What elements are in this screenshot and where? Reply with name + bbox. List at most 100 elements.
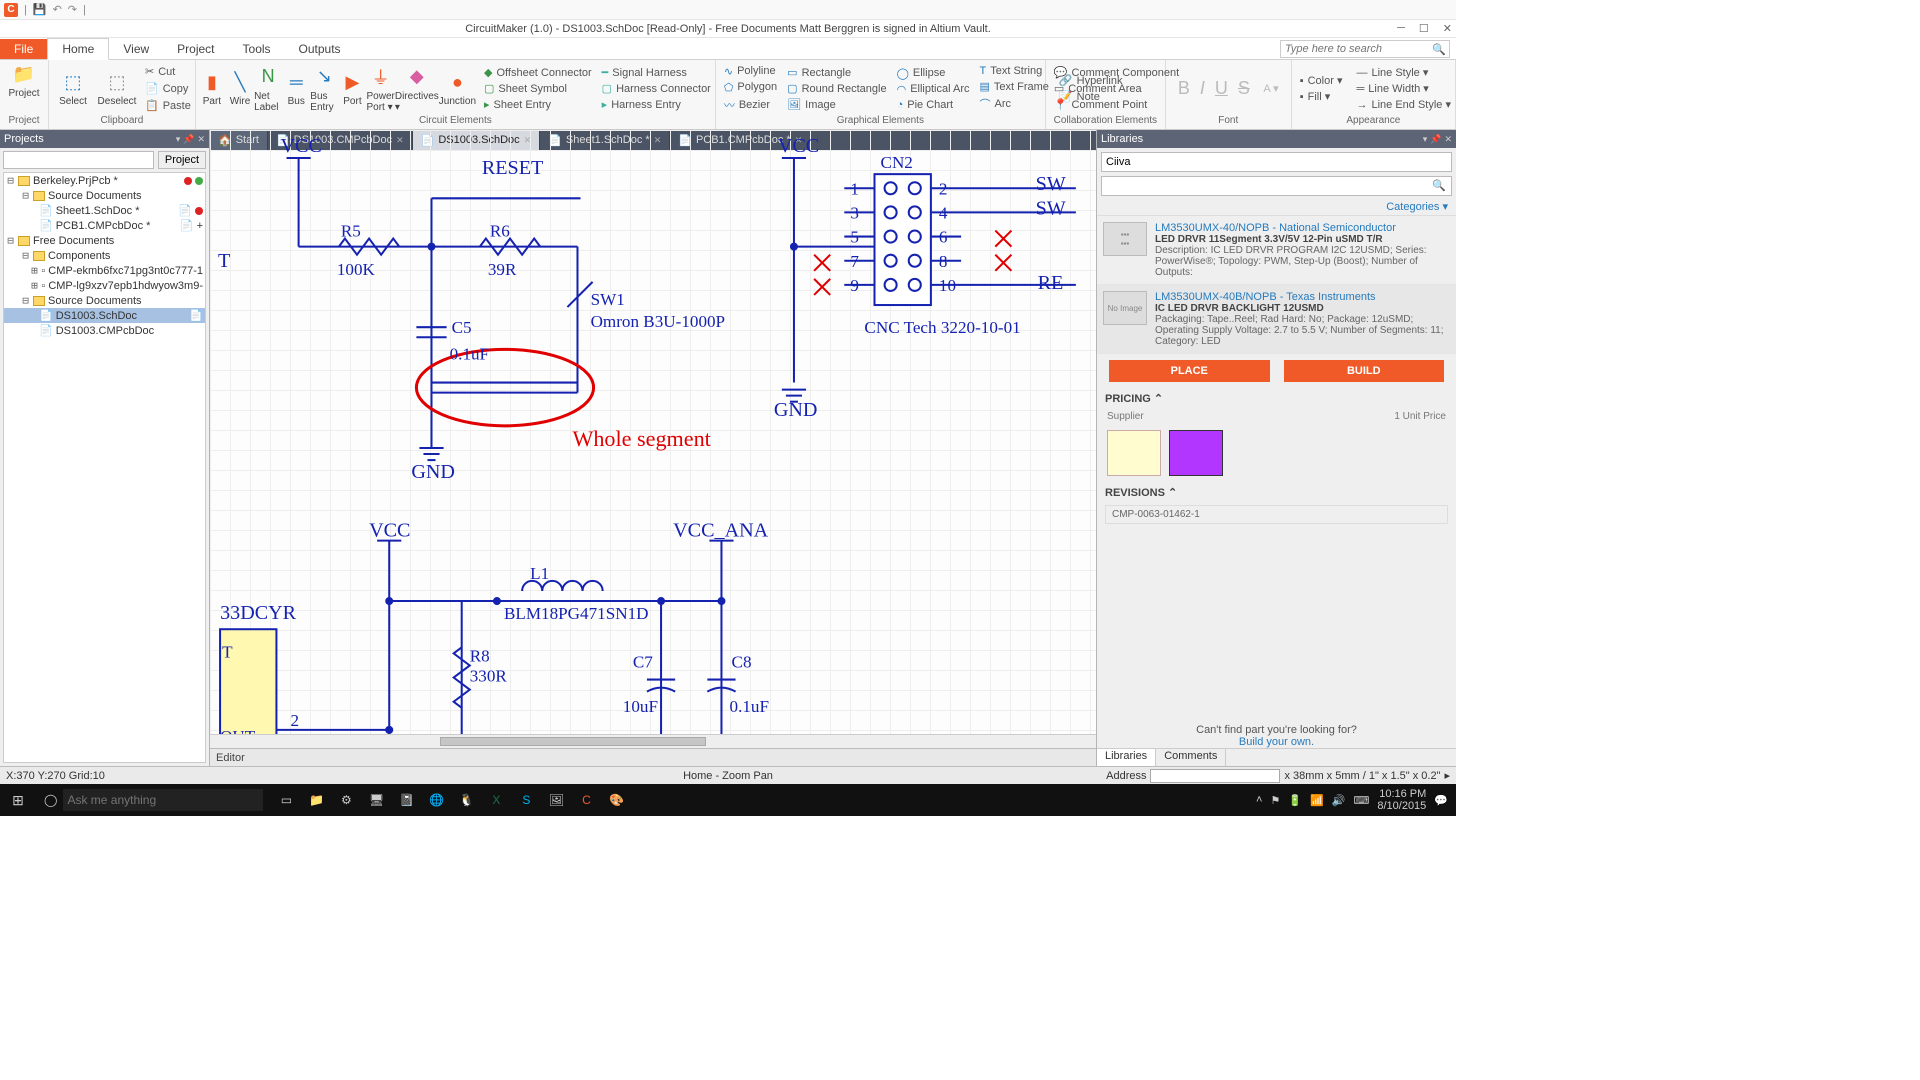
project-tree[interactable]: ⊟Berkeley.PrjPcb * ⊟Source Documents 📄Sh… bbox=[3, 172, 206, 763]
powerport-button[interactable]: ⏚Power Port ▾ bbox=[367, 62, 395, 115]
harnessentry-button[interactable]: ▸Harness Entry bbox=[600, 97, 713, 112]
tab-project[interactable]: Project bbox=[163, 39, 228, 59]
maximize-icon[interactable]: ☐ bbox=[1419, 22, 1429, 35]
tab-home[interactable]: Home bbox=[47, 38, 109, 60]
minimize-icon[interactable]: ─ bbox=[1397, 22, 1405, 35]
rectangle-button[interactable]: ▭Rectangle bbox=[785, 65, 888, 80]
paste-button[interactable]: 📋 Paste bbox=[143, 98, 193, 113]
search-input[interactable] bbox=[1280, 40, 1450, 58]
part-item[interactable]: ▪▪▪▪▪▪ LM3530UMX-40/NOPB - National Semi… bbox=[1097, 216, 1456, 285]
linestyle-button[interactable]: — Line Style ▾ bbox=[1354, 65, 1453, 80]
project-button[interactable]: Project bbox=[158, 151, 206, 169]
project-filter-input[interactable] bbox=[3, 151, 154, 169]
offsheet-button[interactable]: ◆Offsheet Connector bbox=[482, 65, 594, 80]
rrect-button[interactable]: ▢Round Rectangle bbox=[785, 81, 888, 96]
project-button[interactable]: 📁Project bbox=[2, 62, 46, 99]
volume-icon[interactable]: 🔊 bbox=[1332, 794, 1346, 807]
libtab-libraries[interactable]: Libraries bbox=[1097, 749, 1156, 766]
tab-tools[interactable]: Tools bbox=[229, 39, 285, 59]
circuitmaker-icon[interactable]: C bbox=[571, 793, 601, 807]
paint-icon[interactable]: 🎨 bbox=[601, 793, 631, 807]
tray-up-icon[interactable]: ˄ bbox=[1256, 794, 1262, 806]
taskview-icon[interactable]: ▭ bbox=[271, 793, 301, 807]
bezier-button[interactable]: 〰Bezier bbox=[722, 96, 779, 114]
app-icon[interactable]: 🐧 bbox=[451, 793, 481, 807]
editor-tab[interactable]: Editor bbox=[216, 752, 245, 764]
tray-icon[interactable]: 🔋 bbox=[1288, 794, 1302, 807]
save-icon[interactable]: 💾 bbox=[33, 3, 47, 16]
horizontal-scrollbar[interactable] bbox=[210, 734, 1096, 748]
directives-button[interactable]: ◆Directives ▾ bbox=[395, 62, 439, 115]
tab-outputs[interactable]: Outputs bbox=[285, 39, 355, 59]
clock[interactable]: 10:16 PM8/10/2015 bbox=[1377, 788, 1426, 812]
textframe-button[interactable]: ▤Text Frame bbox=[978, 79, 1051, 94]
app-icon[interactable]: 📓 bbox=[391, 793, 421, 807]
tray-icon[interactable]: ⌨ bbox=[1353, 794, 1369, 807]
port-button[interactable]: ▶Port bbox=[338, 62, 366, 115]
part-button[interactable]: ▮Part bbox=[198, 62, 226, 115]
textstring-button[interactable]: TText String bbox=[978, 64, 1051, 78]
build-own-link[interactable]: Build your own. bbox=[1239, 736, 1314, 748]
bus-button[interactable]: ═Bus bbox=[282, 62, 310, 115]
busentry-button[interactable]: ↘Bus Entry bbox=[310, 62, 338, 115]
schematic-preview[interactable] bbox=[1107, 430, 1161, 476]
excel-icon[interactable]: X bbox=[481, 793, 511, 807]
select-button[interactable]: ⬚ClipboardSelect bbox=[51, 62, 95, 115]
panel-close-icon[interactable]: ✕ bbox=[197, 134, 205, 145]
copy-button[interactable]: 📄 Copy bbox=[143, 81, 193, 96]
cortana-input[interactable] bbox=[63, 789, 263, 811]
tab-file[interactable]: File bbox=[0, 39, 47, 59]
polygon-button[interactable]: ⬠Polygon bbox=[722, 80, 779, 95]
redo-icon[interactable]: ↷ bbox=[68, 3, 77, 16]
piechart-button[interactable]: ◔Pie Chart bbox=[895, 98, 972, 112]
arc-button[interactable]: ⌒Arc bbox=[978, 95, 1051, 113]
fill-button[interactable]: ▪ Fill ▾ bbox=[1298, 89, 1345, 104]
schematic-canvas[interactable]: VCC VCC RESET R5100K R639R C50.1uF SW1Om… bbox=[210, 130, 1096, 766]
library-search-input[interactable] bbox=[1101, 152, 1452, 172]
image-button[interactable]: 🖼Image bbox=[785, 97, 888, 112]
notifications-icon[interactable]: 💬 bbox=[1434, 794, 1448, 807]
deselect-button[interactable]: ⬚Deselect bbox=[95, 62, 139, 115]
earc-button[interactable]: ◠Elliptical Arc bbox=[895, 82, 972, 97]
tab-view[interactable]: View bbox=[109, 39, 163, 59]
close-icon[interactable]: ✕ bbox=[1443, 22, 1452, 35]
wire-button[interactable]: ╲Wire bbox=[226, 62, 254, 115]
build-button[interactable]: BUILD bbox=[1284, 360, 1445, 382]
harnessconn-button[interactable]: ▢Harness Connector bbox=[600, 81, 713, 96]
polyline-button[interactable]: ∿Polyline bbox=[722, 64, 779, 79]
chrome-icon[interactable]: 🌐 bbox=[421, 793, 451, 807]
pricing-section[interactable]: PRICING ⌃ bbox=[1097, 388, 1456, 409]
search-icon[interactable]: 🔍 bbox=[1432, 43, 1446, 56]
panel-pin-icon[interactable]: 📌 bbox=[183, 134, 194, 145]
wifi-icon[interactable]: 📶 bbox=[1310, 794, 1324, 807]
junction-button[interactable]: ●Junction bbox=[439, 62, 476, 115]
categories-link[interactable]: Categories ▾ bbox=[1097, 200, 1456, 215]
place-button[interactable]: PLACE bbox=[1109, 360, 1270, 382]
sheetentry-button[interactable]: ▸Sheet Entry bbox=[482, 97, 594, 112]
status-menu-icon[interactable]: ▸ bbox=[1444, 769, 1450, 782]
cut-button[interactable]: ✂ Cut bbox=[143, 64, 193, 79]
linewidth-button[interactable]: ═ Line Width ▾ bbox=[1354, 81, 1453, 96]
skype-icon[interactable]: S bbox=[511, 793, 541, 807]
panel-close-icon[interactable]: ✕ bbox=[1444, 134, 1452, 145]
explorer-icon[interactable]: 📁 bbox=[301, 793, 331, 807]
tray-icon[interactable]: ⚑ bbox=[1270, 794, 1280, 807]
sheetsym-button[interactable]: ▢Sheet Symbol bbox=[482, 81, 594, 96]
panel-dock-icon[interactable]: ▾ bbox=[176, 134, 181, 145]
cortana-icon[interactable]: ◯ bbox=[44, 793, 57, 807]
photos-icon[interactable]: 🖼 bbox=[541, 793, 571, 807]
color-button[interactable]: ▪ Color ▾ bbox=[1298, 73, 1345, 88]
revisions-section[interactable]: REVISIONS ⌃ bbox=[1097, 482, 1456, 503]
undo-icon[interactable]: ↶ bbox=[53, 3, 62, 16]
netlabel-button[interactable]: NNet Label bbox=[254, 62, 282, 115]
app-icon[interactable]: 🖥 bbox=[361, 793, 391, 807]
panel-pin-icon[interactable]: 📌 bbox=[1430, 134, 1441, 145]
ellipse-button[interactable]: ◯Ellipse bbox=[895, 66, 972, 81]
footprint-preview[interactable] bbox=[1169, 430, 1223, 476]
app-icon[interactable]: ⚙ bbox=[331, 793, 361, 807]
address-input[interactable] bbox=[1150, 769, 1280, 783]
lineend-button[interactable]: → Line End Style ▾ bbox=[1354, 97, 1453, 112]
sigharness-button[interactable]: ━Signal Harness bbox=[600, 65, 713, 80]
start-button[interactable]: ⊞ bbox=[0, 792, 36, 809]
search-icon[interactable]: 🔍 bbox=[1432, 179, 1446, 192]
